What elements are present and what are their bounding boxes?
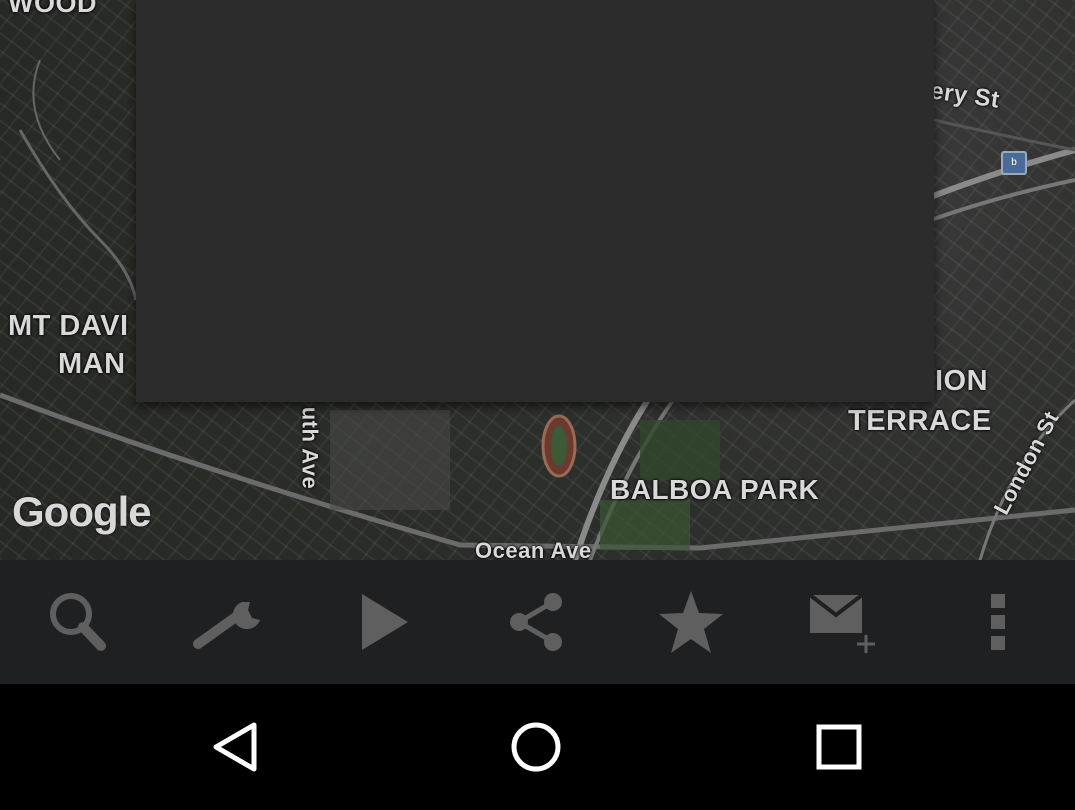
play-icon xyxy=(361,594,408,650)
google-logo: Google xyxy=(12,488,152,535)
search-icon xyxy=(49,593,106,651)
email-add-icon xyxy=(809,593,876,653)
map-label-terrace: TERRACE xyxy=(848,405,992,437)
overflow-menu-button[interactable] xyxy=(921,560,1075,684)
map-label-wood: WOOD xyxy=(8,0,97,18)
share-icon xyxy=(510,593,563,651)
bottom-toolbar xyxy=(0,560,1075,684)
home-button[interactable] xyxy=(476,684,596,810)
recents-button[interactable] xyxy=(779,684,899,810)
recents-icon xyxy=(816,724,862,770)
email-add-button[interactable] xyxy=(768,560,922,684)
map-label-balboa-park: BALBOA PARK xyxy=(610,474,820,505)
home-icon xyxy=(511,722,561,772)
search-button[interactable] xyxy=(0,560,154,684)
dialog-panel xyxy=(136,0,934,402)
wrench-icon xyxy=(193,602,261,649)
map-label-mt-davidson-2: MAN xyxy=(58,348,126,380)
transit-station-icon[interactable]: b xyxy=(1001,151,1027,175)
star-icon xyxy=(658,591,723,653)
play-button[interactable] xyxy=(307,560,461,684)
system-nav-bar xyxy=(0,684,1075,810)
back-button[interactable] xyxy=(175,684,295,810)
share-button[interactable] xyxy=(461,560,615,684)
settings-button[interactable] xyxy=(154,560,308,684)
map-label-south-ave: uth Ave xyxy=(297,406,323,490)
overflow-menu-icon xyxy=(990,594,1005,650)
map-label-ocean-ave: Ocean Ave xyxy=(475,538,592,560)
map-label-union: ION xyxy=(935,365,989,397)
map-label-mt-davidson: MT DAVI xyxy=(8,310,129,342)
favorite-button[interactable] xyxy=(614,560,768,684)
back-icon xyxy=(213,722,257,772)
